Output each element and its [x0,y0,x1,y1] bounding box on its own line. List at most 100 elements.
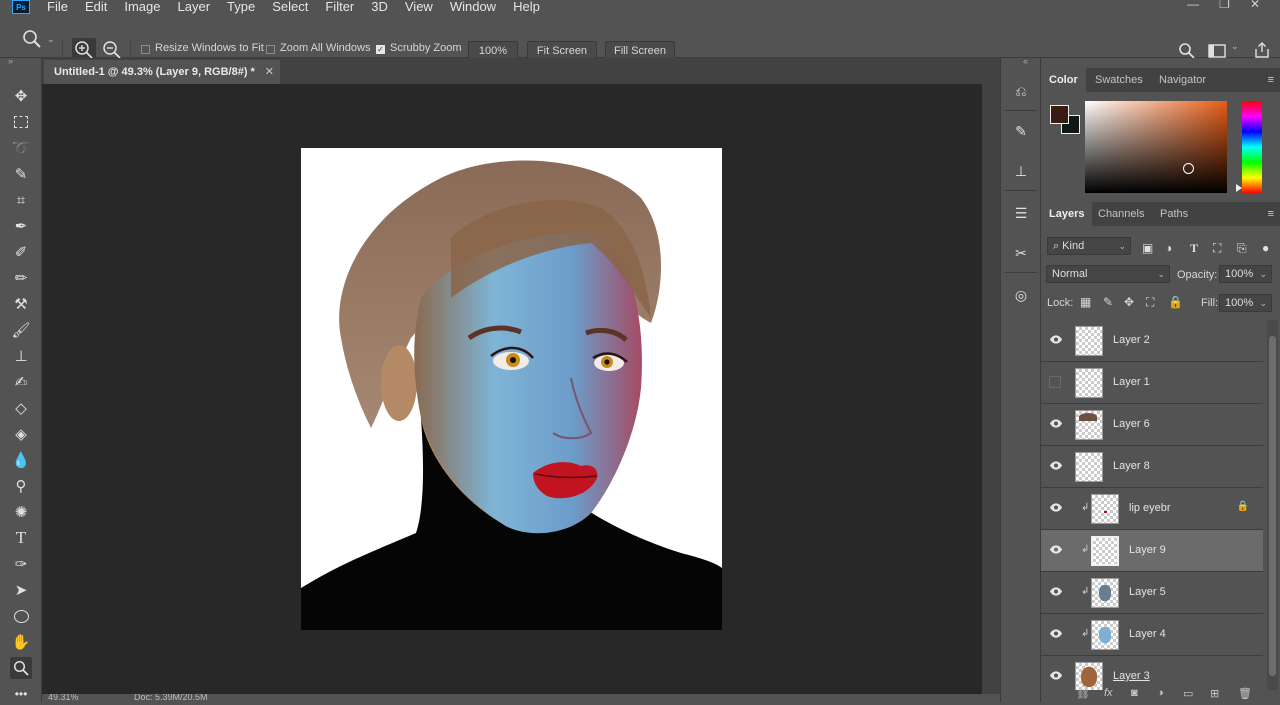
shape-layer-filter-icon[interactable]: ⛶ [1213,241,1221,256]
layer-kind-filter[interactable]: ⌕ Kind ⌄ [1047,237,1131,255]
tab-color[interactable]: Color [1041,68,1086,92]
collapse-icon[interactable]: « [1023,56,1028,66]
layer-name[interactable]: Layer 2 [1113,334,1150,346]
photoshop-logo-icon[interactable]: Ps [12,0,30,14]
scrubby-zoom-checkbox[interactable]: ✓ [376,45,385,54]
dodge-tool-icon[interactable]: ⚲ [10,475,32,497]
crop-tool-icon[interactable]: ⌗ [10,189,32,211]
status-zoom[interactable]: 49.31% [48,694,79,702]
lock-position-icon[interactable]: ✥ [1124,295,1134,309]
share-icon[interactable] [1253,41,1271,59]
brush-settings-icon[interactable]: ✎ [1010,120,1032,142]
sponge-tool-icon[interactable]: ✺ [10,501,32,523]
path-selection-tool-icon[interactable]: ➤ [10,579,32,601]
menu-image[interactable]: Image [124,0,160,14]
eye-icon[interactable] [1050,419,1062,428]
minimize-icon[interactable]: — [1187,0,1199,11]
eye-icon[interactable] [1050,671,1062,680]
blur-tool-icon[interactable]: 💧 [10,449,32,471]
lasso-tool-icon[interactable]: ➰ [10,137,32,159]
hue-slider[interactable] [1242,101,1262,193]
eye-icon[interactable] [1050,629,1062,638]
tools-presets-icon[interactable]: ✂ [1010,242,1032,264]
opacity-field[interactable]: 100% ⌄ [1219,265,1272,283]
menu-select[interactable]: Select [272,0,308,14]
new-layer-icon[interactable]: ⊞ [1210,687,1219,700]
eye-icon[interactable] [1050,545,1062,554]
add-mask-icon[interactable]: ◙ [1131,687,1138,699]
canvas-vertical-scrollbar[interactable] [982,84,1000,694]
zoom-tool-icon[interactable] [10,657,32,679]
layer-name[interactable]: Layer 9 [1129,544,1166,556]
lock-pixels-icon[interactable]: ✎ [1103,295,1113,309]
eraser-tool-icon[interactable]: ◇ [10,397,32,419]
menu-layer[interactable]: Layer [178,0,211,14]
eye-icon[interactable] [1050,335,1062,344]
layer-row[interactable]: ↲ Layer 5 [1041,572,1263,614]
layer-name[interactable]: Layer 4 [1129,628,1166,640]
layer-row[interactable]: Layer 3 [1041,656,1263,690]
menu-type[interactable]: Type [227,0,255,14]
tab-channels[interactable]: Channels [1090,202,1152,226]
hand-tool-icon[interactable]: ✋ [10,631,32,653]
color-picker-handle[interactable] [1183,163,1194,174]
layer-name[interactable]: lip eyebr [1129,502,1171,514]
clone-stamp-tool-icon[interactable]: ⚒ [10,293,32,315]
eye-icon[interactable] [1050,503,1062,512]
collapse-icon[interactable]: » [8,56,13,66]
tab-paths[interactable]: Paths [1152,202,1196,226]
clone-source-icon[interactable]: ⊥ [1010,160,1032,182]
filter-toggle-icon[interactable]: ● [1262,241,1269,255]
tab-swatches[interactable]: Swatches [1087,68,1151,92]
type-tool-icon[interactable]: T [10,527,32,549]
workspace-icon[interactable] [1208,43,1226,59]
group-folder-icon[interactable]: ▭ [1183,687,1193,700]
menu-edit[interactable]: Edit [85,0,107,14]
history-panel-icon[interactable]: ⎌ [1010,80,1032,102]
menu-help[interactable]: Help [513,0,540,14]
history-brush-tool-icon[interactable]: 🖌 [10,319,32,341]
layers-scrollbar-thumb[interactable] [1269,336,1276,676]
tab-layers[interactable]: Layers [1041,202,1093,226]
pen-tool-icon[interactable]: ✑ [10,553,32,575]
blend-mode-select[interactable]: Normal ⌄ [1046,265,1170,283]
close-icon[interactable]: ✕ [265,65,274,78]
layer-name[interactable]: Layer 6 [1113,418,1150,430]
panel-menu-icon[interactable]: ≡ [1268,74,1274,86]
zoom-tool-preset-icon[interactable] [22,29,42,49]
document-tab[interactable]: Untitled-1 @ 49.3% (Layer 9, RGB/8#) * ✕ [44,60,280,84]
menu-view[interactable]: View [405,0,433,14]
layer-name[interactable]: Layer 3 [1113,670,1150,682]
foreground-color-swatch[interactable] [1050,105,1069,124]
close-icon[interactable]: ✕ [1250,0,1260,11]
layer-row[interactable]: Layer 2 [1041,320,1263,362]
pixel-layer-filter-icon[interactable]: ▣ [1142,241,1153,255]
menu-file[interactable]: File [47,0,68,14]
menu-filter[interactable]: Filter [325,0,354,14]
menu-3d[interactable]: 3D [371,0,388,14]
hue-slider-handle[interactable] [1236,184,1242,192]
lock-transparent-icon[interactable]: ▦ [1080,295,1091,309]
layer-row[interactable]: ↲ Layer 9 [1041,530,1263,572]
zoom-all-windows-checkbox[interactable] [266,45,275,54]
lock-artboard-icon[interactable]: ⛶ [1146,295,1154,310]
layer-row[interactable]: ↲ lip eyebr 🔒 [1041,488,1263,530]
layer-row[interactable]: Layer 1 [1041,362,1263,404]
eyedropper-tool-icon[interactable]: ✒ [10,215,32,237]
document-canvas[interactable] [301,148,722,630]
marquee-tool-icon[interactable] [10,111,32,133]
restore-icon[interactable]: ❐ [1219,0,1230,11]
color-saturation-field[interactable] [1085,101,1227,193]
move-tool-icon[interactable]: ✥ [10,85,32,107]
stamp-tool-icon[interactable]: ⊥ [10,345,32,367]
adjustment-layer-filter-icon[interactable]: ◑ [1165,241,1172,255]
libraries-icon[interactable]: ◎ [1010,284,1032,306]
art-history-brush-icon[interactable]: ✍ [10,371,32,393]
layer-row[interactable]: Layer 8 [1041,446,1263,488]
menu-window[interactable]: Window [450,0,496,14]
tab-navigator[interactable]: Navigator [1151,68,1214,92]
chevron-down-icon[interactable]: ⌄ [47,34,55,45]
healing-brush-tool-icon[interactable]: ✐ [10,241,32,263]
layer-row[interactable]: ↲ Layer 4 [1041,614,1263,656]
resize-windows-checkbox[interactable] [141,45,150,54]
